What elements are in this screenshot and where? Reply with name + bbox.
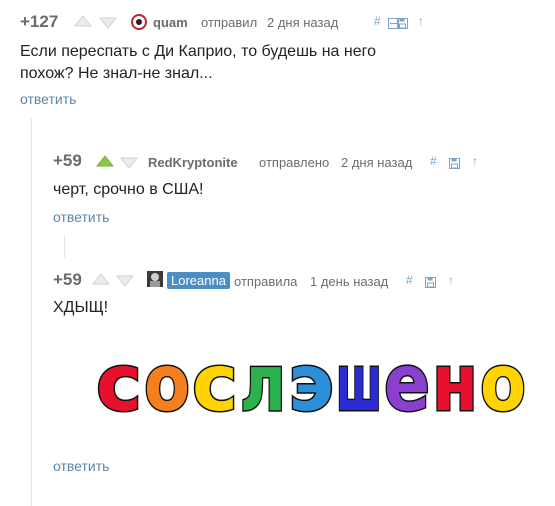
save-icon[interactable] <box>397 16 408 29</box>
reply-link[interactable]: ответить <box>53 209 109 225</box>
thread-line <box>64 236 65 258</box>
comment-text-line: Если переспать с Ди Каприо, то будешь на… <box>20 43 376 60</box>
image-letter: о <box>144 339 190 429</box>
downvote-icon[interactable] <box>115 274 135 287</box>
arrow-up-icon[interactable]: ↑ <box>448 273 454 287</box>
hash-icon[interactable]: # <box>430 154 437 168</box>
arrow-up-icon[interactable]: ↑ <box>418 14 424 28</box>
comment-action: отправила <box>234 274 298 289</box>
hash-icon[interactable]: # <box>374 14 381 28</box>
downvote-icon[interactable] <box>98 16 118 29</box>
upvote-icon[interactable] <box>73 14 93 27</box>
comment-time[interactable]: 1 день назад <box>310 274 388 289</box>
reply-link[interactable]: ответить <box>53 458 109 474</box>
arrow-up-icon[interactable]: ↑ <box>472 154 478 168</box>
comment-author[interactable]: RedKryptonite <box>148 155 238 170</box>
image-letter: с <box>192 339 238 429</box>
image-letter: э <box>288 339 334 429</box>
image-letter: н <box>432 339 478 429</box>
downvote-icon[interactable] <box>119 156 139 169</box>
image-letter: ш <box>336 339 382 429</box>
comment-action: отправлено <box>259 155 330 170</box>
comment-image: сослэшено <box>93 330 535 431</box>
comment-text: черт, срочно в США! <box>53 181 204 198</box>
comment-author[interactable]: Loreanna <box>167 272 230 289</box>
hash-icon[interactable]: # <box>406 273 413 287</box>
comment-time[interactable]: 2 дня назад <box>341 155 412 170</box>
save-icon[interactable] <box>425 275 436 288</box>
image-letter: е <box>384 339 430 429</box>
avatar <box>147 271 163 287</box>
upvote-icon[interactable] <box>91 272 111 285</box>
upvote-icon[interactable] <box>95 154 115 167</box>
comment-author[interactable]: quam <box>153 15 188 30</box>
comment-time[interactable]: 2 дня назад <box>267 15 338 30</box>
comment-text: Если переспать с Ди Каприо, то будешь на… <box>20 41 376 85</box>
thread-line <box>31 118 32 506</box>
image-letter: с <box>96 339 142 429</box>
comment-score: +127 <box>20 12 59 31</box>
save-icon[interactable] <box>449 156 460 169</box>
comment-score: +59 <box>53 151 82 170</box>
image-letter: о <box>480 339 526 429</box>
comment-text-line: похож? Не знал-не знал... <box>20 65 213 82</box>
avatar <box>131 14 147 30</box>
reply-link[interactable]: ответить <box>20 91 76 107</box>
comment-action: отправил <box>201 15 258 30</box>
image-letter: л <box>240 339 286 429</box>
comment-score: +59 <box>53 270 82 289</box>
comment-text: ХДЫЩ! <box>53 299 109 316</box>
